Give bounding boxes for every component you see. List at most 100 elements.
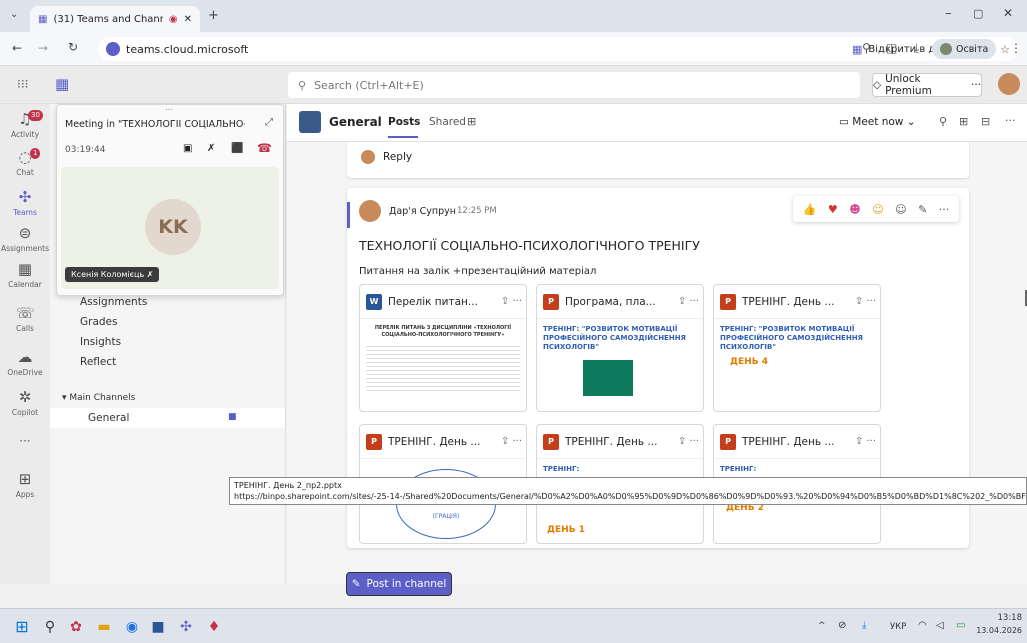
rail-item-chat[interactable]: ◌ Chat 1 xyxy=(0,148,50,177)
file-actions-icon[interactable]: ⇪ ··· xyxy=(855,436,876,447)
teams-icon: ✣ xyxy=(18,188,32,206)
tab-list-icon[interactable]: ⌄ xyxy=(10,9,18,20)
main-content: Reply General Posts Shared ⊞ ▭ Meet now … xyxy=(287,104,1027,584)
back-icon[interactable]: ← xyxy=(12,41,22,55)
meet-now-button[interactable]: ▭ Meet now ⌄ xyxy=(839,116,916,128)
surprised-icon[interactable]: ☺ xyxy=(872,203,883,216)
channel-list-item[interactable]: Grades xyxy=(80,316,117,328)
more-icon: ··· xyxy=(19,434,31,448)
reload-icon[interactable]: ↻ xyxy=(68,40,78,54)
file-actions-icon[interactable]: ⇪ ··· xyxy=(501,296,522,307)
tab-posts[interactable]: Posts xyxy=(388,116,420,128)
battery-icon[interactable]: ▭ xyxy=(956,620,965,631)
windows-start-icon[interactable]: ⊞ xyxy=(12,617,32,637)
sidebar-icon[interactable]: ◫ xyxy=(886,41,897,55)
camera-off-icon[interactable]: ▣ xyxy=(183,143,192,154)
reaction-bar: 👍 ♥ ☻ ☺ ☺ ✎ ··· xyxy=(793,196,959,222)
teams-taskbar-icon[interactable]: ✣ xyxy=(176,617,196,637)
file-card[interactable]: P ТРЕНІНГ. День ... ⇪ ··· ТРЕНІНГ: "РОЗВ… xyxy=(713,284,881,412)
hang-up-icon[interactable]: ☎ xyxy=(257,141,272,155)
unlock-premium-button[interactable]: ◇ Unlock Premium ··· xyxy=(872,73,982,97)
search-input[interactable]: ⚲ Search (Ctrl+Alt+E) xyxy=(288,72,860,98)
rail-item-onedrive[interactable]: ☁ OneDrive xyxy=(0,348,50,377)
meeting-title: Meeting in "ТЕХНОЛОГІЇ СОЦІАЛЬНО-ПСИХ... xyxy=(65,119,245,130)
like-icon[interactable]: 👍 xyxy=(803,203,817,216)
channel-item-general[interactable]: General ■ xyxy=(50,408,285,428)
add-tab-icon[interactable]: ⊞ xyxy=(467,115,476,128)
tray-download-icon[interactable]: ⤓ xyxy=(862,620,866,631)
add-reaction-icon[interactable]: ☺ xyxy=(895,203,906,216)
chrome-icon[interactable]: ◉ xyxy=(122,617,142,637)
browser-tab-bar: ⌄ ▦ (31) Teams and Channels | ◉ ✕ + – ▢ … xyxy=(0,0,1027,32)
close-window-icon[interactable]: ✕ xyxy=(1003,6,1013,20)
browser-menu-icon[interactable]: ⋮ xyxy=(1010,41,1022,55)
file-actions-icon[interactable]: ⇪ ··· xyxy=(501,436,522,447)
drag-handle-icon[interactable]: ⋯ xyxy=(165,105,173,114)
clock-time[interactable]: 13:18 xyxy=(986,613,1023,623)
clock-date[interactable]: 13.04.2026 xyxy=(974,626,1022,635)
close-tab-icon[interactable]: ✕ xyxy=(184,14,192,25)
rail-item-activity[interactable]: ♫ Activity 30 xyxy=(0,110,50,139)
meeting-window[interactable]: ⋯ Meeting in "ТЕХНОЛОГІЇ СОЦІАЛЬНО-ПСИХ.… xyxy=(56,104,284,296)
store-icon[interactable]: ■ xyxy=(148,617,168,637)
teams-top-bar: ⁝⁝⁝ ▦ ⚲ Search (Ctrl+Alt+E) ◇ Unlock Pre… xyxy=(0,66,1027,104)
share-icon[interactable]: ⬛ xyxy=(231,143,243,154)
meeting-chat-icon[interactable]: ⊟ xyxy=(981,115,990,128)
rail-item-assignments[interactable]: ⊜ Assignments xyxy=(0,224,50,253)
file-actions-icon[interactable]: ⇪ ··· xyxy=(678,436,699,447)
rail-item-more[interactable]: ··· xyxy=(0,434,50,448)
preview-day: ДЕНЬ 2 xyxy=(726,503,764,513)
site-info-icon[interactable] xyxy=(106,42,120,56)
heart-icon[interactable]: ♥ xyxy=(828,203,838,216)
edit-icon[interactable]: ✎ xyxy=(918,203,927,216)
download-icon[interactable]: ⤓ xyxy=(914,41,919,56)
rail-item-calls[interactable]: ☏ Calls xyxy=(0,304,50,333)
channel-list-item[interactable]: Reflect xyxy=(80,356,116,368)
reply-button[interactable]: Reply xyxy=(383,151,412,163)
rail-item-copilot[interactable]: ✲ Copilot xyxy=(0,388,50,417)
mic-off-icon[interactable]: ✗ xyxy=(207,143,215,154)
file-name: ТРЕНІНГ. День ... xyxy=(742,295,835,308)
wifi-icon[interactable]: ◠ xyxy=(918,620,927,631)
new-tab-icon[interactable]: + xyxy=(208,8,219,23)
restore-icon[interactable]: ▢ xyxy=(973,7,983,20)
bookmark-star-icon[interactable]: ☆ xyxy=(1000,43,1010,56)
search-icon[interactable]: ⚲ xyxy=(40,617,60,637)
more-options-icon[interactable]: ··· xyxy=(1005,114,1016,127)
laugh-icon[interactable]: ☻ xyxy=(849,203,860,216)
url-field[interactable]: teams.cloud.microsoft ▦ Відкрити в додат… xyxy=(98,37,1018,61)
file-actions-icon[interactable]: ⇪ ··· xyxy=(855,296,876,307)
expand-icon[interactable]: ⤢ xyxy=(265,117,273,128)
tray-chevron-icon[interactable]: ^ xyxy=(818,621,826,631)
app-launcher-icon[interactable]: ⁝⁝⁝ xyxy=(17,77,28,91)
app-taskbar-icon[interactable]: ♦ xyxy=(204,617,224,637)
search-icon[interactable]: ⚲ xyxy=(939,115,947,128)
windows-taskbar: ⊞ ⚲ ✿ ▬ ◉ ■ ✣ ♦ ^ ⊘ ⤓ УКР ◠ ◁ ▭ 13:18 13… xyxy=(0,608,1027,643)
profile-button[interactable]: Освіта xyxy=(932,39,997,59)
extensions-icon[interactable]: ⚲ xyxy=(862,41,871,55)
post-in-channel-button[interactable]: ✎ Post in channel xyxy=(346,572,452,596)
message-more-icon[interactable]: ··· xyxy=(939,203,950,216)
file-header: P ТРЕНІНГ. День ... ⇪ ··· xyxy=(360,425,526,459)
file-card[interactable]: W Перелік питан... ⇪ ··· ПЕРЕЛІК ПИТАНЬ … xyxy=(359,284,527,412)
file-card[interactable]: P Програма, пла... ⇪ ··· ТРЕНІНГ: "РОЗВИ… xyxy=(536,284,704,412)
apps-icon: ⊞ xyxy=(18,470,32,488)
rail-item-apps[interactable]: ⊞ Apps xyxy=(0,470,50,499)
channel-info-icon[interactable]: ⊞ xyxy=(959,115,968,128)
browser-tab[interactable]: ▦ (31) Teams and Channels | ◉ ✕ xyxy=(30,6,200,32)
language-indicator[interactable]: УКР xyxy=(890,622,906,632)
rail-item-calendar[interactable]: ▦ Calendar xyxy=(0,260,50,289)
tab-shared[interactable]: Shared xyxy=(429,116,466,128)
volume-icon[interactable]: ◁ xyxy=(936,620,944,631)
main-channels-header[interactable]: ▾ Main Channels xyxy=(62,393,135,403)
widgets-icon[interactable]: ✿ xyxy=(66,617,86,637)
user-avatar[interactable] xyxy=(998,73,1020,95)
rail-item-teams[interactable]: ✣ Teams xyxy=(0,188,50,217)
forward-icon[interactable]: → xyxy=(38,41,48,55)
tray-app-icon[interactable]: ⊘ xyxy=(838,620,846,631)
file-explorer-icon[interactable]: ▬ xyxy=(94,617,114,637)
file-actions-icon[interactable]: ⇪ ··· xyxy=(678,296,699,307)
channel-list-item[interactable]: Assignments xyxy=(80,296,147,308)
minimize-icon[interactable]: – xyxy=(945,6,952,21)
channel-list-item[interactable]: Insights xyxy=(80,336,121,348)
